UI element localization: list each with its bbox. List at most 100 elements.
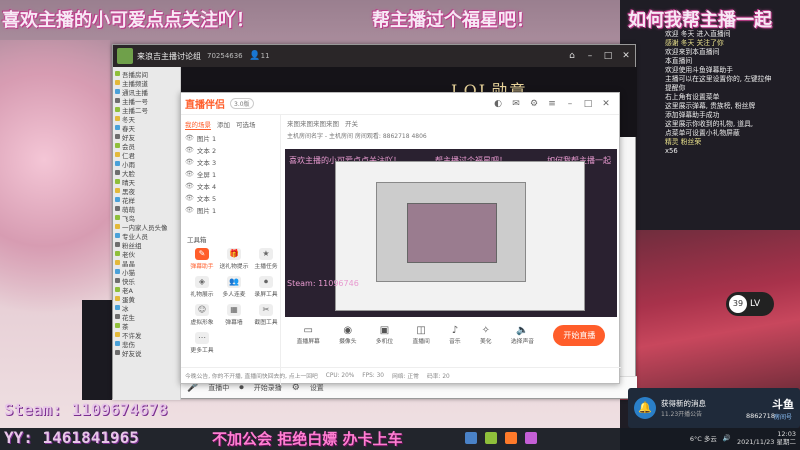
tool-item[interactable]: ⏺ 录屏工具 — [251, 276, 281, 298]
scene-item[interactable]: 👁 文本 2 — [181, 144, 280, 156]
tree-item[interactable]: 粉丝组 — [115, 240, 178, 249]
tree-item[interactable]: 茶 — [115, 321, 178, 330]
tree-item[interactable]: 小猫 — [115, 267, 178, 276]
tool-item[interactable]: ✂ 截图工具 — [251, 304, 281, 326]
tree-item[interactable]: 萌萌 — [115, 204, 178, 213]
visibility-icon[interactable]: 👁 — [185, 170, 194, 178]
nested-preview-innermost — [407, 203, 497, 263]
user-status-icon — [115, 161, 120, 166]
tree-item[interactable]: 小雨 — [115, 159, 178, 168]
live-control-button[interactable]: ◉ 摄像头 — [339, 325, 356, 345]
tool-item[interactable]: 🎁 送礼物提示 — [219, 248, 249, 270]
tool-item[interactable]: ★ 主播任务 — [251, 248, 281, 270]
live-control-button[interactable]: ▭ 直播屏幕 — [297, 325, 320, 345]
tree-item[interactable]: 悲伤 — [115, 339, 178, 348]
tree-item[interactable]: 好友说 — [115, 348, 178, 357]
tree-item[interactable]: 吾播房间 — [115, 69, 178, 78]
tab-optional[interactable]: 可选场 — [236, 119, 256, 130]
scene-item[interactable]: 👁 图片 1 — [181, 204, 280, 216]
tree-item[interactable]: 飞鸟 — [115, 213, 178, 222]
tree-item[interactable]: 快乐 — [115, 276, 178, 285]
skin-icon[interactable]: ◐ — [489, 99, 507, 109]
scene-item[interactable]: 👁 全屏 1 — [181, 168, 280, 180]
tool-item[interactable]: ⋯ 更多工具 — [187, 332, 217, 354]
tree-item[interactable]: 主播二号 — [115, 105, 178, 114]
minimize-icon[interactable]: – — [581, 51, 599, 61]
tree-item[interactable]: 会员 — [115, 141, 178, 150]
clock[interactable]: 12:03 2021/11/23 星期二 — [737, 430, 796, 446]
tree-item[interactable]: 蛋黄 — [115, 294, 178, 303]
visibility-icon[interactable]: 👁 — [185, 158, 194, 166]
tree-item[interactable]: 花样 — [115, 195, 178, 204]
notification-toast[interactable]: 🔔 获得新的消息 11.23开播公告 斗鱼 房间号 — [628, 388, 800, 428]
visibility-icon[interactable]: 👁 — [185, 146, 194, 154]
tree-item[interactable]: 通讯主播 — [115, 87, 178, 96]
scene-item[interactable]: 👁 文本 4 — [181, 180, 280, 192]
volume-icon[interactable]: 🔊 — [723, 434, 731, 442]
tree-item[interactable]: 花生 — [115, 312, 178, 321]
tool-grid: ✎ 弹幕助手 🎁 送礼物提示 ★ 主播任务 ◈ 礼物展示 👥 多人连麦 ⏺ 录屏工具 ☺ 虚拟形象 ▦ 弹幕墙… — [181, 248, 280, 354]
companion-version[interactable]: 3.0版 — [230, 98, 254, 109]
tab-add[interactable]: 添加 — [217, 119, 230, 130]
home-icon[interactable]: ⌂ — [563, 51, 581, 61]
tree-item[interactable]: 春天 — [115, 123, 178, 132]
taskbar-app-douyu-icon[interactable] — [505, 432, 517, 444]
tree-item[interactable]: 主播频道 — [115, 78, 178, 87]
tree-item[interactable]: 好友 — [115, 132, 178, 141]
scene-item[interactable]: 👁 文本 5 — [181, 192, 280, 204]
maximize-icon[interactable]: □ — [599, 51, 617, 61]
message-icon[interactable]: ✉ — [507, 99, 525, 109]
live-control-button[interactable]: 🔈 选择声音 — [511, 325, 534, 345]
tree-item[interactable]: 冬天 — [115, 114, 178, 123]
tool-icon: ☺ — [195, 304, 209, 316]
tool-item[interactable]: 👥 多人连麦 — [219, 276, 249, 298]
tree-item[interactable]: 不许发 — [115, 330, 178, 339]
visibility-icon[interactable]: 👁 — [185, 182, 194, 190]
tool-item[interactable]: ✎ 弹幕助手 — [187, 248, 217, 270]
scene-item[interactable]: 👁 图片 1 — [181, 132, 280, 144]
close-icon[interactable]: ✕ — [617, 51, 635, 61]
tree-item[interactable]: 一内家人员头像 — [115, 222, 178, 231]
app-title: 来浪吉主播讨论组 — [137, 51, 201, 61]
chat-message: 这里展示你收到的礼物, 道具, — [665, 120, 754, 128]
taskbar-app-chat-icon[interactable] — [485, 432, 497, 444]
live-control-button[interactable]: ✧ 美化 — [480, 325, 492, 345]
scene-item[interactable]: 👁 文本 3 — [181, 156, 280, 168]
tree-item[interactable]: 晴天 — [115, 177, 178, 186]
tree-item[interactable]: 专业人员 — [115, 231, 178, 240]
tree-item[interactable]: 黑夜 — [115, 186, 178, 195]
weather-text: 6°C 多云 — [689, 435, 717, 443]
tree-item[interactable]: 主播一号 — [115, 96, 178, 105]
tree-item[interactable]: 大脸 — [115, 168, 178, 177]
tree-item[interactable]: 冰 — [115, 303, 178, 312]
live-control-icon: ✧ — [481, 325, 490, 336]
visibility-icon[interactable]: 👁 — [185, 206, 194, 214]
menu-icon[interactable]: ≡ — [543, 99, 561, 109]
live-control-button[interactable]: ♪ 音乐 — [449, 325, 461, 345]
maximize-icon[interactable]: □ — [579, 99, 597, 109]
tree-item[interactable]: 老A — [115, 285, 178, 294]
tab-my-scenes[interactable]: 我的场景 — [185, 119, 211, 130]
tool-item[interactable]: ◈ 礼物展示 — [187, 276, 217, 298]
close-icon[interactable]: ✕ — [597, 99, 615, 109]
tree-item[interactable]: 仁君 — [115, 150, 178, 159]
minimize-icon[interactable]: – — [561, 99, 579, 109]
tree-item[interactable]: 晶晶 — [115, 258, 178, 267]
taskbar-app-browser-icon[interactable] — [465, 432, 477, 444]
tree-item[interactable]: 老伙 — [115, 249, 178, 258]
subtab-toggle[interactable]: 开关 — [345, 118, 358, 128]
tree-item-label: 晶晶 — [122, 259, 135, 268]
tree-item-label: 主播一号 — [122, 97, 148, 106]
settings-icon[interactable]: ⚙ — [525, 99, 543, 109]
tool-item[interactable]: ☺ 虚拟形象 — [187, 304, 217, 326]
live-control-button[interactable]: ▣ 多机位 — [376, 325, 393, 345]
start-live-button[interactable]: 开始直播 — [553, 324, 606, 346]
nested-preview-inner — [376, 182, 526, 282]
live-control-button[interactable]: ◫ 直播间 — [412, 325, 429, 345]
tool-item[interactable]: ▦ 弹幕墙 — [219, 304, 249, 326]
visibility-icon[interactable]: 👁 — [185, 194, 194, 202]
subtab-scene[interactable]: 来图来图来图来图 — [287, 118, 339, 128]
visibility-icon[interactable]: 👁 — [185, 134, 194, 142]
taskbar-app-obs-icon[interactable] — [525, 432, 537, 444]
avatar[interactable] — [117, 48, 133, 64]
